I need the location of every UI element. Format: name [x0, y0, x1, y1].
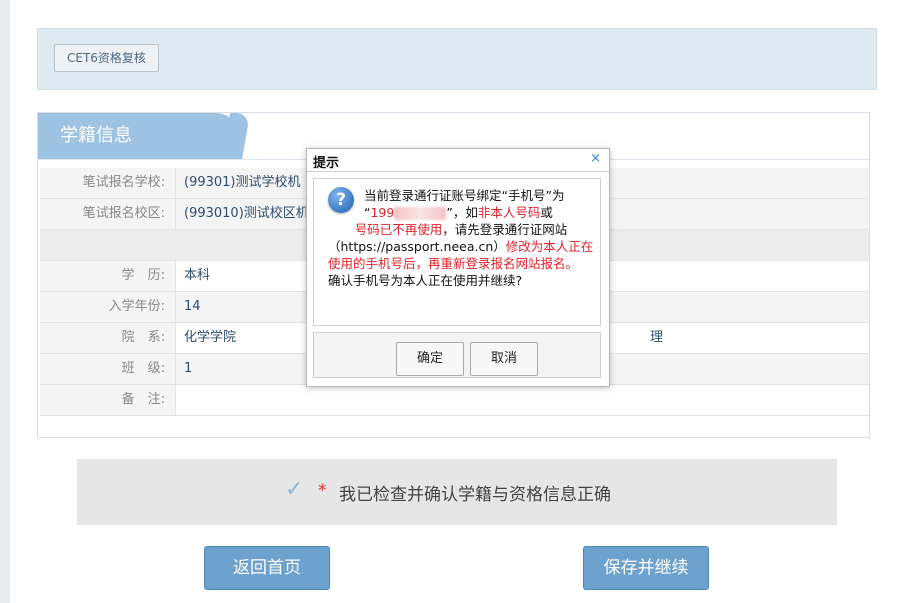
confirm-strip[interactable]: ✓ * 我已检查并确认学籍与资格信息正确 — [77, 459, 837, 525]
msg-line1: 当前登录通行证账号绑定“手机号”为 — [364, 188, 564, 203]
page-left-border — [0, 0, 10, 603]
top-panel: CET6资格复核 — [37, 28, 877, 90]
dialog-message: 当前登录通行证账号绑定“手机号”为 “199”，如非本人号码或 号码已不再使用，… — [328, 187, 594, 289]
row-value: 本科 — [184, 261, 210, 291]
dialog-footer: 确定 取消 — [313, 332, 601, 378]
not-own-number: 非本人号码 — [478, 205, 541, 220]
row-extra: 理 — [650, 323, 663, 353]
phone-number: 199 — [370, 205, 394, 220]
row-value: 化学学院 — [184, 323, 236, 353]
close-icon[interactable]: × — [590, 151, 601, 166]
dialog-title: 提示 — [313, 152, 339, 171]
info-row-remark: 备 注: — [40, 385, 869, 416]
row-label: 院 系: — [40, 323, 176, 353]
confirm-question: 确认手机号为本人正在使用并继续? — [328, 273, 522, 288]
dialog-header: 提示 × — [307, 149, 609, 172]
save-continue-button[interactable]: 保存并继续 — [583, 546, 709, 590]
row-label: 班 级: — [40, 354, 176, 384]
row-label: 笔试报名校区: — [40, 199, 176, 229]
prompt-dialog: 提示 × ? 当前登录通行证账号绑定“手机号”为 “199”，如非本人号码或 号… — [306, 148, 610, 387]
row-value: 14 — [184, 292, 201, 322]
row-value: (99301)测试学校机 — [184, 168, 301, 198]
row-value: (993010)测试校区机 — [184, 199, 309, 229]
cancel-button[interactable]: 取消 — [470, 342, 538, 376]
cet6-review-button[interactable]: CET6资格复核 — [54, 44, 159, 72]
dialog-body: ? 当前登录通行证账号绑定“手机号”为 “199”，如非本人号码或 号码已不再使… — [313, 178, 601, 326]
row-label: 备 注: — [40, 385, 176, 415]
back-home-button[interactable]: 返回首页 — [204, 546, 330, 590]
row-label: 学 历: — [40, 261, 176, 291]
passport-url: （https://passport.neea.cn） — [328, 239, 506, 254]
check-icon[interactable]: ✓ — [285, 477, 303, 502]
row-label: 入学年份: — [40, 292, 176, 322]
ok-button[interactable]: 确定 — [396, 342, 464, 376]
student-info-tab: 学籍信息 — [38, 113, 238, 160]
no-longer-used: 号码已不再使用 — [355, 222, 443, 237]
required-star: * — [318, 481, 327, 501]
row-value: 1 — [184, 354, 192, 384]
confirm-text: 我已检查并确认学籍与资格信息正确 — [339, 480, 611, 505]
row-label: 笔试报名学校: — [40, 168, 176, 198]
masked-phone — [394, 207, 446, 220]
